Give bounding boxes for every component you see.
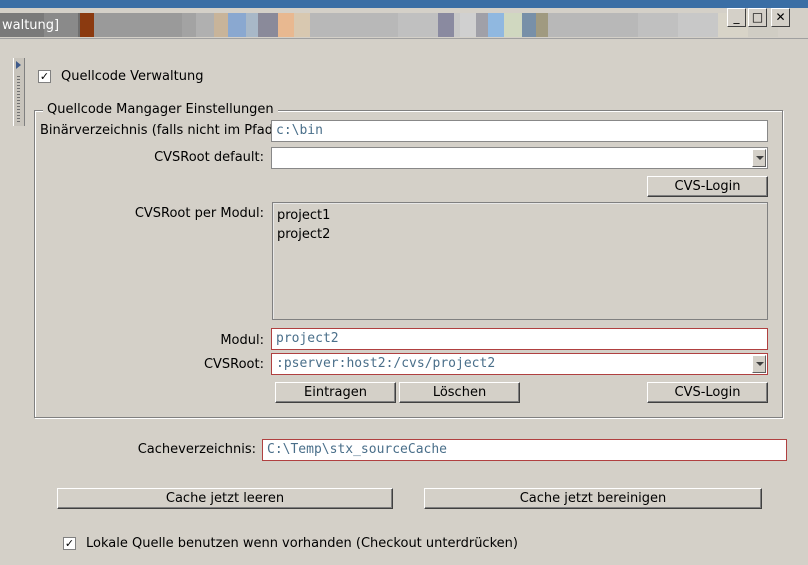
module-list[interactable]: project1 project2 xyxy=(272,202,768,320)
module-input[interactable]: project2 xyxy=(271,328,768,350)
cache-dir-label: Cacheverzeichnis: xyxy=(137,442,256,457)
list-item[interactable]: project2 xyxy=(277,227,330,242)
local-source-checkbox[interactable]: ✓ xyxy=(63,537,76,550)
title-swatch xyxy=(438,13,454,37)
desktop-background xyxy=(0,0,808,8)
title-swatch xyxy=(258,13,278,37)
grip-icon xyxy=(17,74,20,122)
bin-dir-input[interactable]: c:\bin xyxy=(271,120,768,142)
title-swatch xyxy=(182,13,196,37)
title-swatch xyxy=(310,13,398,37)
cvsroot-default-label: CVSRoot default: xyxy=(154,150,264,165)
cvsroot-per-module-label: CVSRoot per Modul: xyxy=(134,206,264,221)
group-title: Quellcode Mangager Einstellungen xyxy=(43,102,278,117)
cvsroot-default-dropdown-button[interactable] xyxy=(752,149,766,167)
title-swatch xyxy=(94,13,182,37)
cvsroot-dropdown-button[interactable] xyxy=(752,355,766,373)
divider xyxy=(0,38,808,39)
cache-dir-input[interactable]: C:\Temp\stx_sourceCache xyxy=(262,439,787,461)
title-swatch xyxy=(504,13,522,37)
title-swatch xyxy=(522,13,536,37)
cvsroot-label: CVSRoot: xyxy=(203,357,264,372)
title-swatch xyxy=(196,13,214,37)
minimize-button[interactable]: _ xyxy=(727,8,746,27)
clear-cache-button[interactable]: Cache jetzt leeren xyxy=(57,488,393,509)
title-swatch xyxy=(548,13,638,37)
close-button[interactable]: ✕ xyxy=(771,8,790,27)
list-item[interactable]: project1 xyxy=(277,208,330,223)
title-swatch xyxy=(678,13,718,37)
title-swatch xyxy=(246,13,258,37)
cvs-login-button[interactable]: CVS-Login xyxy=(647,176,768,197)
expand-arrow-icon[interactable] xyxy=(16,61,21,69)
cleanup-cache-button[interactable]: Cache jetzt bereinigen xyxy=(424,488,762,509)
title-swatch xyxy=(214,13,228,37)
cvs-login-module-button[interactable]: CVS-Login xyxy=(647,382,768,403)
title-swatch xyxy=(228,13,246,37)
title-swatch xyxy=(398,13,438,37)
title-swatch xyxy=(278,13,294,37)
title-swatch xyxy=(80,13,94,37)
bin-dir-label: Binärverzeichnis (falls nicht im Pfad): xyxy=(40,123,283,138)
title-swatch xyxy=(536,13,548,37)
source-control-checkbox[interactable]: ✓ xyxy=(38,70,51,83)
cvsroot-combo[interactable]: :pserver:host2:/cvs/project2 xyxy=(271,353,768,375)
title-swatch xyxy=(294,13,310,37)
title-bar[interactable]: waltung] xyxy=(0,8,808,38)
source-control-label: Quellcode Verwaltung xyxy=(61,69,204,84)
local-source-label: Lokale Quelle benutzen wenn vorhanden (C… xyxy=(86,536,518,551)
title-bar-background xyxy=(0,13,778,37)
title-swatch xyxy=(460,13,476,37)
title-swatch xyxy=(476,13,488,37)
delete-entry-button[interactable]: Löschen xyxy=(399,382,520,403)
title-swatch xyxy=(488,13,504,37)
window-title: waltung] xyxy=(2,18,60,33)
module-label: Modul: xyxy=(220,333,264,348)
add-entry-button[interactable]: Eintragen xyxy=(275,382,396,403)
maximize-button[interactable]: □ xyxy=(748,8,767,27)
cvsroot-default-combo[interactable] xyxy=(271,147,768,169)
title-swatch xyxy=(638,13,678,37)
